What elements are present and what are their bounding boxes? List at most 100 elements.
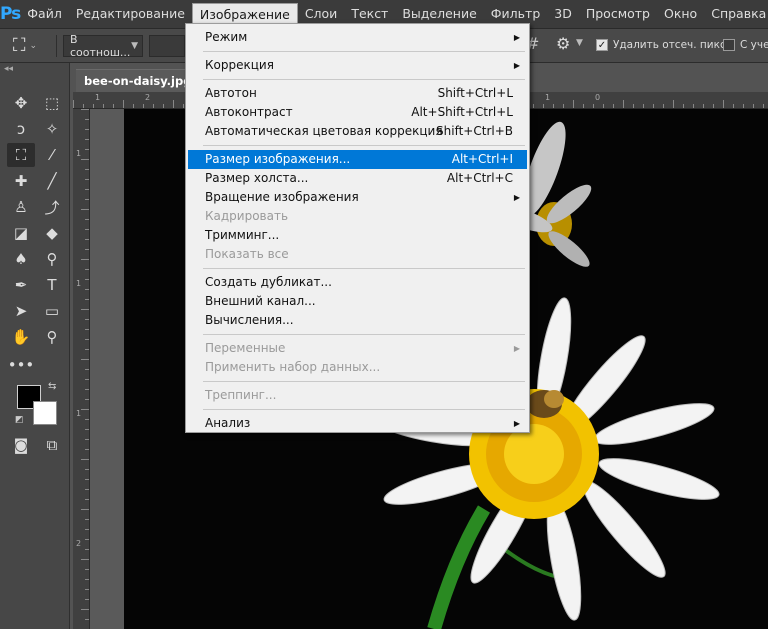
ruler-tick	[85, 129, 89, 130]
pen-tool-icon[interactable]: ✒	[7, 273, 35, 297]
chevron-down-icon[interactable]: ▼	[576, 38, 583, 48]
menu-item-12[interactable]: Тримминг...	[188, 226, 527, 245]
ruler-tick	[693, 104, 694, 108]
menu-item-label: Тримминг...	[205, 228, 280, 242]
ruler-tick	[85, 219, 89, 220]
tools-panel: ◂◂ ✥ ⬚ ↄ ✧ ⛶ ⁄ ✚ ╱ ♙ ⤴ ◪ ◆ ♠ ⚲ ✒ T ➤ ▭ ✋…	[0, 63, 70, 629]
ratio-width-field[interactable]	[149, 34, 185, 57]
menu-item-8[interactable]: Размер изображения... Alt+Ctrl+I	[188, 150, 527, 169]
ruler-tick	[85, 329, 89, 330]
ruler-tick	[93, 104, 94, 108]
collapse-panel-icon[interactable]: ◂◂	[4, 64, 13, 74]
ruler-tick	[85, 249, 89, 250]
menu-image[interactable]: Изображение	[191, 3, 298, 25]
menu-layers[interactable]: Слои	[298, 3, 345, 25]
crop-tool-icon[interactable]: ⛶	[7, 143, 35, 167]
hand-tool-icon[interactable]: ✋	[7, 325, 35, 349]
crop-tool-preset-icon[interactable]: ⛶ ⌄	[0, 35, 50, 56]
delete-cropped-label: Удалить отсеч. пикс.	[613, 39, 730, 51]
healing-brush-tool-icon[interactable]: ✚	[7, 169, 35, 193]
checkbox-checked-icon[interactable]: ✓	[596, 39, 608, 51]
brush-tool-icon[interactable]: ╱	[38, 169, 66, 193]
ruler-tick	[85, 169, 89, 170]
menu-help[interactable]: Справка	[704, 3, 768, 25]
menu-item-0[interactable]: Режим ▶	[188, 28, 527, 47]
ruler-tick	[633, 104, 634, 108]
swap-colors-icon[interactable]: ⇆	[48, 381, 56, 392]
default-colors-icon[interactable]: ◩	[15, 415, 24, 425]
submenu-arrow-icon: ▶	[513, 193, 520, 202]
ruler-tick	[85, 499, 89, 500]
ruler-tick	[85, 239, 89, 240]
menu-item-label: Анализ	[205, 416, 251, 430]
marquee-tool-icon[interactable]: ⬚	[38, 91, 66, 115]
lasso-tool-icon[interactable]: ↄ	[7, 117, 35, 141]
ruler-tick	[753, 104, 754, 108]
document-tab[interactable]: bee-on-daisy.jpg @	[76, 69, 196, 92]
ruler-tick	[703, 104, 704, 108]
menu-window[interactable]: Окно	[657, 3, 704, 25]
ruler-tick	[553, 104, 554, 108]
menu-item-2[interactable]: Коррекция ▶	[188, 56, 527, 75]
dodge-tool-icon[interactable]: ⚲	[38, 247, 66, 271]
magic-wand-tool-icon[interactable]: ✧	[38, 117, 66, 141]
menu-item-10[interactable]: Вращение изображения ▶	[188, 188, 527, 207]
ruler-tick	[85, 349, 89, 350]
menu-item-15[interactable]: Создать дубликат...	[188, 273, 527, 292]
menu-item-shortcut: Shift+Ctrl+L	[437, 86, 513, 100]
ruler-tick	[563, 104, 564, 108]
ruler-tick	[81, 609, 89, 610]
menu-item-17[interactable]: Вычисления...	[188, 311, 527, 330]
eyedropper-tool-icon[interactable]: ⁄	[38, 143, 66, 167]
zoom-tool-icon[interactable]: ⚲	[38, 325, 66, 349]
menu-item-5[interactable]: Автоконтраст Alt+Shift+Ctrl+L	[188, 103, 527, 122]
menu-item-label: Коррекция	[205, 58, 274, 72]
menu-item-9[interactable]: Размер холста... Alt+Ctrl+C	[188, 169, 527, 188]
ruler-tick	[81, 209, 89, 210]
menu-view[interactable]: Просмотр	[579, 3, 657, 25]
background-color-swatch[interactable]	[33, 401, 57, 425]
menu-edit[interactable]: Редактирование	[69, 3, 192, 25]
ruler-tick	[85, 139, 89, 140]
ruler-number: 1	[95, 93, 101, 102]
ruler-tick	[85, 389, 89, 390]
clone-stamp-tool-icon[interactable]: ♙	[7, 195, 35, 219]
ratio-select[interactable]: В соотнош... ▼	[63, 33, 143, 59]
menu-select[interactable]: Выделение	[395, 3, 483, 25]
menu-item-16[interactable]: Внешний канал...	[188, 292, 527, 311]
menu-item-label: Размер изображения...	[205, 152, 351, 166]
menu-3d[interactable]: 3D	[547, 3, 579, 25]
menu-file[interactable]: Файл	[20, 3, 69, 25]
rectangle-tool-icon[interactable]: ▭	[38, 299, 66, 323]
screen-mode-icon[interactable]: ⧉	[38, 433, 66, 457]
ruler-tick	[163, 104, 164, 108]
menu-filter[interactable]: Фильтр	[484, 3, 547, 25]
menu-item-4[interactable]: Автотон Shift+Ctrl+L	[188, 84, 527, 103]
delete-cropped-pixels-checkbox[interactable]: ✓ Удалить отсеч. пикс.	[596, 39, 729, 51]
ruler-tick	[85, 369, 89, 370]
menu-item-19: Переменные ▶	[188, 339, 527, 358]
menu-type[interactable]: Текст	[344, 3, 395, 25]
paint-bucket-tool-icon[interactable]: ◆	[38, 221, 66, 245]
ruler-tick	[85, 479, 89, 480]
menu-separator	[203, 409, 525, 410]
menu-item-20: Применить набор данных...	[188, 358, 527, 377]
menu-item-24[interactable]: Анализ ▶	[188, 414, 527, 433]
checkbox-icon[interactable]	[723, 39, 735, 51]
more-tools-icon[interactable]: •••	[7, 353, 35, 377]
content-aware-checkbox[interactable]: С учет	[723, 39, 768, 51]
ruler-tick	[603, 104, 604, 108]
ruler-tick	[85, 319, 89, 320]
move-tool-icon[interactable]: ✥	[7, 91, 35, 115]
smudge-tool-icon[interactable]: ♠	[7, 247, 35, 271]
menu-separator	[203, 51, 525, 52]
path-selection-tool-icon[interactable]: ➤	[7, 299, 35, 323]
type-tool-icon[interactable]: T	[38, 273, 66, 297]
ruler-tick	[133, 104, 134, 108]
eraser-tool-icon[interactable]: ◪	[7, 221, 35, 245]
menu-item-6[interactable]: Автоматическая цветовая коррекция Shift+C…	[188, 122, 527, 141]
ruler-tick	[85, 569, 89, 570]
history-brush-tool-icon[interactable]: ⤴	[38, 195, 66, 219]
gear-icon[interactable]: ⚙	[556, 34, 570, 53]
quick-mask-icon[interactable]: ◙	[7, 433, 35, 457]
